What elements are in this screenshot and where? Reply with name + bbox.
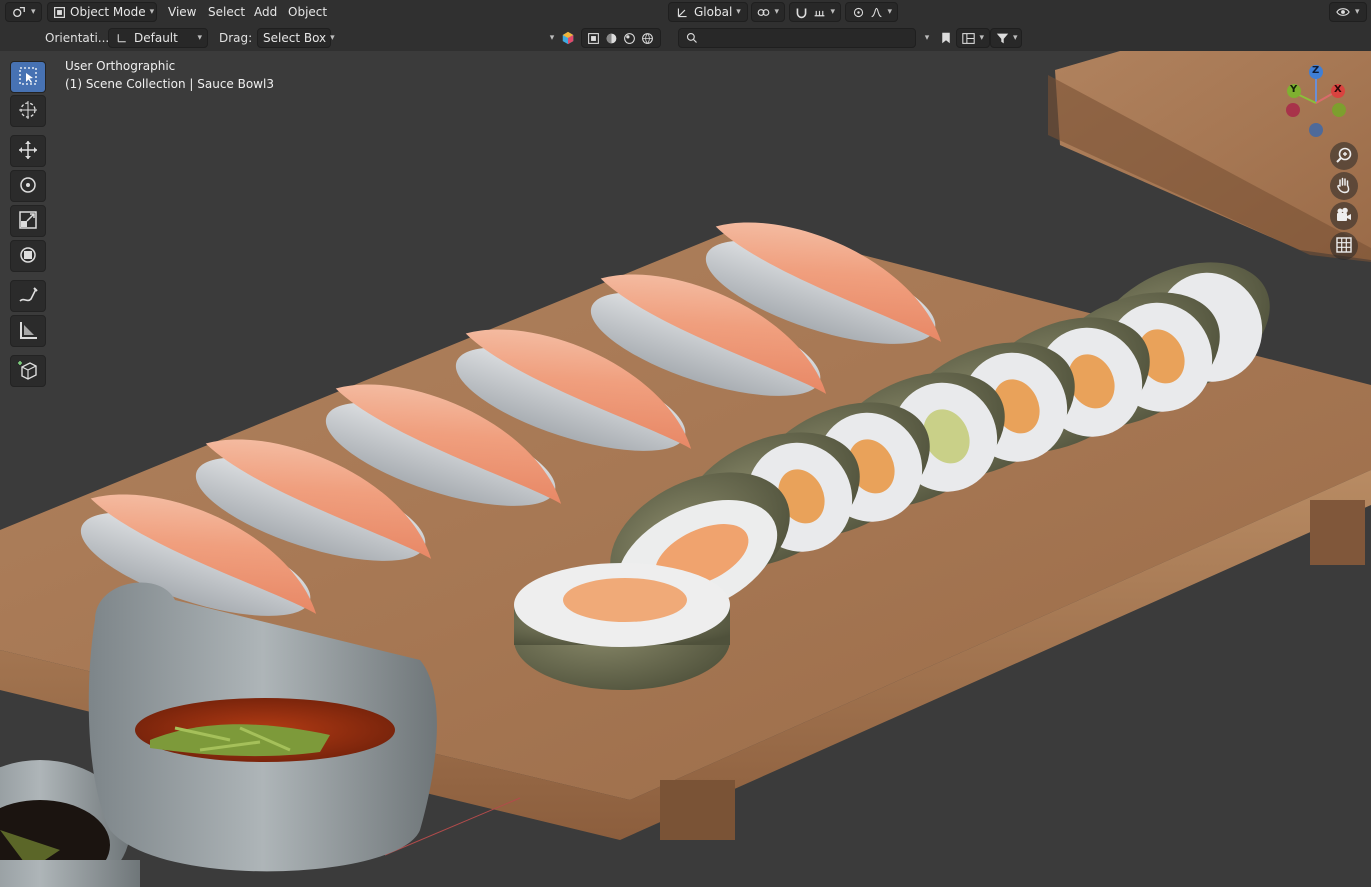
gizmo-y-label: Y [1290,84,1298,95]
scene-render [0,51,1371,887]
gizmo-z-label: Z [1312,65,1320,76]
chevron-down-icon: ▾ [774,7,779,17]
chevron-down-icon: ▾ [1013,33,1018,43]
editor-type-button[interactable]: ▾ [5,2,42,22]
eye-icon [1335,4,1351,20]
drag-label: Drag: [219,31,253,45]
solid-shading-icon[interactable] [603,30,619,46]
annotate-icon [17,284,39,309]
chevron-down-icon: ▾ [330,33,335,43]
pan-hand-icon [1335,176,1353,197]
filter-icon [996,30,1009,46]
mode-dropdown[interactable]: Object Mode ▾ [47,2,157,22]
orientation-value: Default [134,31,178,45]
tool-settings-bar: Orientati... Default ▾ Drag: Select Box … [0,25,1371,51]
zoom-icon [1335,146,1353,167]
annotate-tool[interactable] [10,280,46,312]
pivot-point-dropdown[interactable]: ▾ [751,2,785,22]
orientation-axes-icon [674,4,690,20]
transform-icon [17,244,39,269]
orientation-dropdown[interactable]: Default ▾ [108,28,208,48]
move-tool[interactable] [10,135,46,167]
chevron-down-icon: ▾ [830,7,835,17]
grid-icon [1335,236,1353,257]
transform-orientation-dropdown[interactable]: Global ▾ [668,2,748,22]
navigation-gizmo[interactable]: Z X Y [1280,63,1350,143]
pan-button[interactable] [1330,172,1358,200]
rotate-tool[interactable] [10,170,46,202]
search-icon [684,30,700,46]
object-type-visibility-icon[interactable] [560,30,576,46]
drag-value: Select Box [263,31,327,45]
cursor-icon [17,99,39,124]
wireframe-shading-icon[interactable] [585,30,601,46]
orientation-label: Orientati... [45,31,110,45]
editor-type-icon [11,4,27,20]
rendered-shading-icon[interactable] [639,30,655,46]
bookmark-icon[interactable] [938,30,954,46]
snap-increment-icon [813,4,827,20]
menu-view[interactable]: View [160,2,204,22]
move-icon [17,139,39,164]
visibility-dropdown[interactable]: ▾ [1329,2,1367,22]
object-mode-icon [53,4,66,20]
rotate-icon [17,174,39,199]
search-field[interactable] [678,28,916,48]
chevron-down-icon: ▾ [887,7,892,17]
view-name: User Orthographic [65,59,176,73]
chevron-down-icon[interactable]: ▾ [919,30,935,46]
add-cube-tool[interactable] [10,355,46,387]
perspective-toggle-button[interactable] [1330,232,1358,260]
chevron-down-icon: ▾ [1355,7,1360,17]
chevron-down-icon: ▾ [979,33,984,43]
cursor-tool[interactable] [10,95,46,127]
magnet-icon [795,4,809,20]
snap-dropdown[interactable]: ▾ [789,2,841,22]
viewport-header: ▾ Object Mode ▾ View Select Add Object G… [0,0,1371,25]
chevron-down-icon[interactable]: ▾ [544,30,560,46]
orientation-axes-icon [114,30,130,46]
chevron-down-icon: ▾ [31,7,36,17]
measure-tool[interactable] [10,315,46,347]
filter-dropdown[interactable]: ▾ [990,28,1022,48]
3d-viewport[interactable]: User Orthographic (1) Scene Collection |… [0,51,1371,887]
select-box-tool[interactable] [10,61,46,93]
display-mode-dropdown[interactable]: ▾ [956,28,990,48]
scale-tool[interactable] [10,205,46,237]
material-shading-icon[interactable] [621,30,637,46]
gizmo-x-label: X [1334,84,1342,95]
proportional-editing-icon [851,4,865,20]
chevron-down-icon: ▾ [197,33,202,43]
camera-view-button[interactable] [1330,202,1358,230]
measure-icon [17,319,39,344]
scale-icon [17,209,39,234]
falloff-curve-icon [869,4,883,20]
shading-buttons [581,28,661,48]
collection-info: (1) Scene Collection | Sauce Bowl3 [65,77,274,91]
chevron-down-icon: ▾ [736,7,741,17]
mode-label: Object Mode [70,5,146,19]
pivot-link-icon [757,4,770,20]
camera-icon [1335,206,1353,227]
chevron-down-icon: ▾ [149,7,155,17]
layout-icon [962,30,975,46]
select-box-icon [17,65,39,90]
drag-dropdown[interactable]: Select Box ▾ [257,28,335,48]
transform-orientation-label: Global [694,5,733,19]
zoom-button[interactable] [1330,142,1358,170]
menu-object[interactable]: Object [280,2,335,22]
proportional-editing-dropdown[interactable]: ▾ [845,2,898,22]
add-cube-icon [17,359,39,384]
transform-tool[interactable] [10,240,46,272]
